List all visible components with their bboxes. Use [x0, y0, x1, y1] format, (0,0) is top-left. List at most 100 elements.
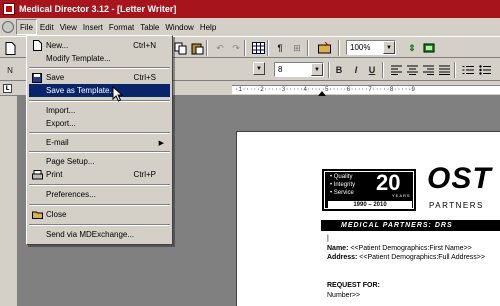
align-center-icon[interactable]: [404, 62, 420, 78]
badge-item: • Service: [330, 190, 354, 196]
title-bar: Medical Director 3.12 - [Letter Writer]: [0, 0, 500, 18]
numbered-list-icon[interactable]: [460, 62, 476, 78]
print-icon: [30, 169, 44, 180]
paste-icon[interactable]: [189, 40, 205, 56]
letter-page[interactable]: • Quality • Integrity • Service 20 YEARS…: [236, 131, 500, 306]
redo-icon[interactable]: ↷: [228, 40, 244, 56]
bullet-list-icon[interactable]: [477, 62, 493, 78]
menu-item-email[interactable]: E-mail ▶: [29, 136, 170, 149]
menu-format[interactable]: Format: [106, 19, 137, 35]
menu-item-close[interactable]: Close: [29, 208, 170, 221]
menu-window[interactable]: Window: [162, 19, 196, 35]
practice-badge-logo: • Quality • Integrity • Service 20 YEARS…: [322, 169, 416, 211]
badge-range: 1990 – 2010: [328, 201, 412, 209]
font-size-select[interactable]: 8 ▼: [274, 62, 324, 77]
menu-help[interactable]: Help: [197, 19, 219, 35]
green-box-icon[interactable]: [421, 40, 437, 56]
insert-object-icon[interactable]: [316, 40, 332, 56]
zoom-select[interactable]: 100% ▼: [346, 40, 396, 55]
menu-item-import[interactable]: Import...: [29, 104, 170, 117]
menu-item-export[interactable]: Export...: [29, 117, 170, 130]
window-title: Medical Director 3.12 - [Letter Writer]: [19, 4, 177, 14]
new-icon[interactable]: [2, 40, 18, 56]
ruler-track[interactable]: ·1·····2·····3·····4·····5·····6·····7··…: [232, 85, 500, 94]
toolbar-separator: [244, 40, 246, 56]
address-line[interactable]: Address: <<Patient Demographics:Full Add…: [327, 254, 485, 261]
app-icon[interactable]: [3, 3, 15, 15]
menu-item-label: New...: [46, 41, 69, 50]
medical-partners-banner: MEDICAL PARTNERS: DRS: [321, 220, 500, 231]
menu-item-save-as-template[interactable]: Save as Template...: [29, 84, 170, 97]
menu-item-save[interactable]: Save Ctrl+S: [29, 71, 170, 84]
menu-separator: [29, 184, 170, 186]
chevron-down-icon[interactable]: ▼: [253, 62, 265, 75]
new-document-icon: [30, 40, 44, 51]
menu-item-label: Print: [46, 170, 63, 179]
underline-button[interactable]: U: [364, 62, 380, 78]
copy-icon[interactable]: [172, 40, 188, 56]
menu-item-label: Modify Template...: [46, 54, 111, 63]
save-icon: [30, 72, 44, 83]
menu-item-shortcut: Ctrl+P: [133, 170, 156, 179]
align-right-icon[interactable]: [420, 62, 436, 78]
toolbar-separator: [267, 40, 269, 56]
menu-item-shortcut: Ctrl+S: [133, 73, 156, 82]
menu-item-new[interactable]: New... Ctrl+N: [29, 39, 170, 52]
bold-button[interactable]: B: [331, 62, 347, 78]
font-combo-arrow[interactable]: ▼: [253, 62, 265, 77]
menu-table[interactable]: Table: [137, 19, 162, 35]
menu-item-modify-template[interactable]: Modify Template...: [29, 52, 170, 65]
name-line[interactable]: Name: <<Patient Demographics:First Name>…: [327, 245, 472, 252]
menu-item-label: E-mail: [46, 138, 69, 147]
align-left-icon[interactable]: [388, 62, 404, 78]
submenu-arrow-icon: ▶: [158, 139, 164, 147]
justify-icon[interactable]: [436, 62, 452, 78]
undo-icon[interactable]: ↶: [212, 40, 228, 56]
insert-field-icon[interactable]: ⇕: [404, 40, 420, 56]
address-field: <<Patient Demographics:Full Address>>: [359, 254, 485, 261]
menu-item-label: Save as Template...: [46, 86, 117, 95]
toolbar-separator: [206, 40, 208, 56]
table-icon[interactable]: [250, 40, 266, 56]
menu-separator: [29, 132, 170, 134]
tab-stop-button[interactable]: L: [3, 84, 12, 93]
chevron-down-icon[interactable]: ▼: [311, 63, 323, 76]
menu-item-shortcut: Ctrl+N: [133, 41, 156, 50]
menu-item-send-mdexchange[interactable]: Send via MDExchange...: [29, 228, 170, 241]
badge-item: • Integrity: [330, 182, 356, 188]
menu-separator: [29, 204, 170, 206]
number-field: Number>>: [327, 292, 361, 299]
menu-bar: File Edit View Insert Format Table Windo…: [0, 18, 500, 36]
paragraph-icon[interactable]: ¶: [272, 40, 288, 56]
badge-years: YEARS: [392, 193, 411, 198]
partners-text: PARTNERS: [429, 201, 484, 210]
menu-item-preferences[interactable]: Preferences...: [29, 188, 170, 201]
chevron-down-icon[interactable]: ▼: [383, 41, 395, 54]
document-window-icon[interactable]: [2, 21, 14, 33]
zoom-value: 100%: [350, 43, 371, 52]
name-field: <<Patient Demographics:First Name>>: [350, 245, 472, 252]
menu-item-label: Page Setup...: [46, 157, 95, 166]
menu-item-label: Save: [46, 73, 65, 82]
menu-separator: [29, 67, 170, 69]
badge-item: • Quality: [330, 174, 353, 180]
menu-file[interactable]: File: [16, 19, 37, 35]
italic-button[interactable]: I: [348, 62, 364, 78]
menu-view[interactable]: View: [57, 19, 80, 35]
menu-insert[interactable]: Insert: [80, 19, 106, 35]
file-menu-dropdown: New... Ctrl+N Modify Template... Save Ct…: [26, 35, 173, 245]
font-size-value: 8: [278, 65, 283, 74]
menu-item-label: Close: [46, 210, 67, 219]
badge-number: 20: [376, 170, 401, 195]
vertical-ruler: [0, 96, 18, 306]
style-combo-stub[interactable]: N: [2, 62, 18, 78]
toolbar-separator: [307, 40, 309, 56]
mouse-pointer-icon: [112, 86, 124, 102]
menu-item-page-setup[interactable]: Page Setup...: [29, 155, 170, 168]
name-label: Name:: [327, 245, 349, 252]
toolbar-separator: [382, 62, 384, 78]
menu-edit[interactable]: Edit: [37, 19, 57, 35]
menu-item-print[interactable]: Print Ctrl+P: [29, 168, 170, 181]
columns-icon[interactable]: ⊞: [289, 40, 305, 56]
toolbar-separator: [454, 62, 456, 78]
